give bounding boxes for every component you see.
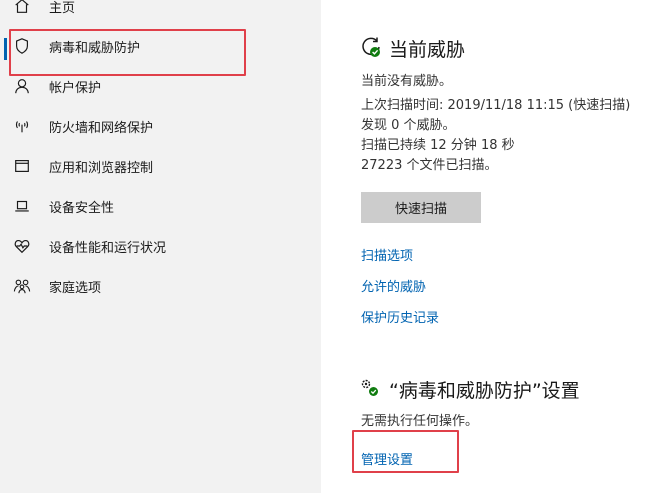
- laptop-icon: [12, 196, 32, 216]
- scan-duration-text: 扫描已持续 12 分钟 18 秒: [361, 138, 515, 153]
- sidebar-item-family-options[interactable]: 家庭选项: [0, 266, 321, 306]
- sidebar: 主页 病毒和威胁防护 帐户保护 防火墙和网络保护 应用和浏览器控制 设备安全性 …: [0, 0, 321, 493]
- manage-settings-link[interactable]: 管理设置: [361, 449, 413, 468]
- sidebar-item-label: 应用和浏览器控制: [49, 160, 154, 176]
- windows-security-app: 主页 病毒和威胁防护 帐户保护 防火墙和网络保护 应用和浏览器控制 设备安全性 …: [0, 0, 659, 493]
- current-threats-title: 当前威胁: [389, 39, 466, 61]
- settings-section-title: “病毒和威胁防护”设置: [389, 380, 580, 402]
- scan-options-link[interactable]: 扫描选项: [361, 245, 413, 264]
- refresh-check-icon: [360, 36, 382, 58]
- allowed-threats-link[interactable]: 允许的威胁: [361, 276, 426, 295]
- sidebar-item-app-browser-control[interactable]: 应用和浏览器控制: [0, 146, 321, 186]
- last-scan-text: 上次扫描时间: 2019/11/18 11:15 (快速扫描): [361, 98, 631, 113]
- sidebar-item-device-performance[interactable]: 设备性能和运行状况: [0, 226, 321, 266]
- sidebar-item-account-protection[interactable]: 帐户保护: [0, 66, 321, 106]
- threat-status-text: 当前没有威胁。: [361, 74, 453, 89]
- app-window-icon: [12, 156, 32, 176]
- protection-history-link[interactable]: 保护历史记录: [361, 307, 439, 326]
- settings-status-text: 无需执行任何操作。: [361, 414, 479, 429]
- sidebar-item-label: 家庭选项: [49, 280, 102, 296]
- threats-found-text: 发现 0 个威胁。: [361, 118, 456, 133]
- heart-pulse-icon: [12, 236, 32, 256]
- files-scanned-text: 27223 个文件已扫描。: [361, 158, 498, 173]
- sidebar-item-firewall[interactable]: 防火墙和网络保护: [0, 106, 321, 146]
- sidebar-item-label: 病毒和威胁防护: [49, 40, 141, 56]
- sidebar-item-virus-protection[interactable]: 病毒和威胁防护: [0, 26, 321, 66]
- sidebar-item-device-security[interactable]: 设备安全性: [0, 186, 321, 226]
- sidebar-item-label: 帐户保护: [49, 80, 102, 96]
- wifi-antenna-icon: [12, 116, 32, 136]
- shield-icon: [12, 36, 32, 56]
- home-icon: [12, 0, 32, 16]
- person-icon: [12, 76, 32, 96]
- sidebar-item-label: 设备性能和运行状况: [49, 240, 167, 256]
- sidebar-item-label: 设备安全性: [49, 200, 115, 216]
- gears-check-icon: [359, 377, 381, 399]
- main-content: 当前威胁 当前没有威胁。 上次扫描时间: 2019/11/18 11:15 (快…: [321, 0, 659, 493]
- sidebar-item-label: 主页: [49, 0, 76, 16]
- quick-scan-button[interactable]: 快速扫描: [361, 192, 481, 223]
- family-icon: [12, 276, 32, 296]
- sidebar-item-home[interactable]: 主页: [0, 0, 321, 26]
- sidebar-item-label: 防火墙和网络保护: [49, 120, 154, 136]
